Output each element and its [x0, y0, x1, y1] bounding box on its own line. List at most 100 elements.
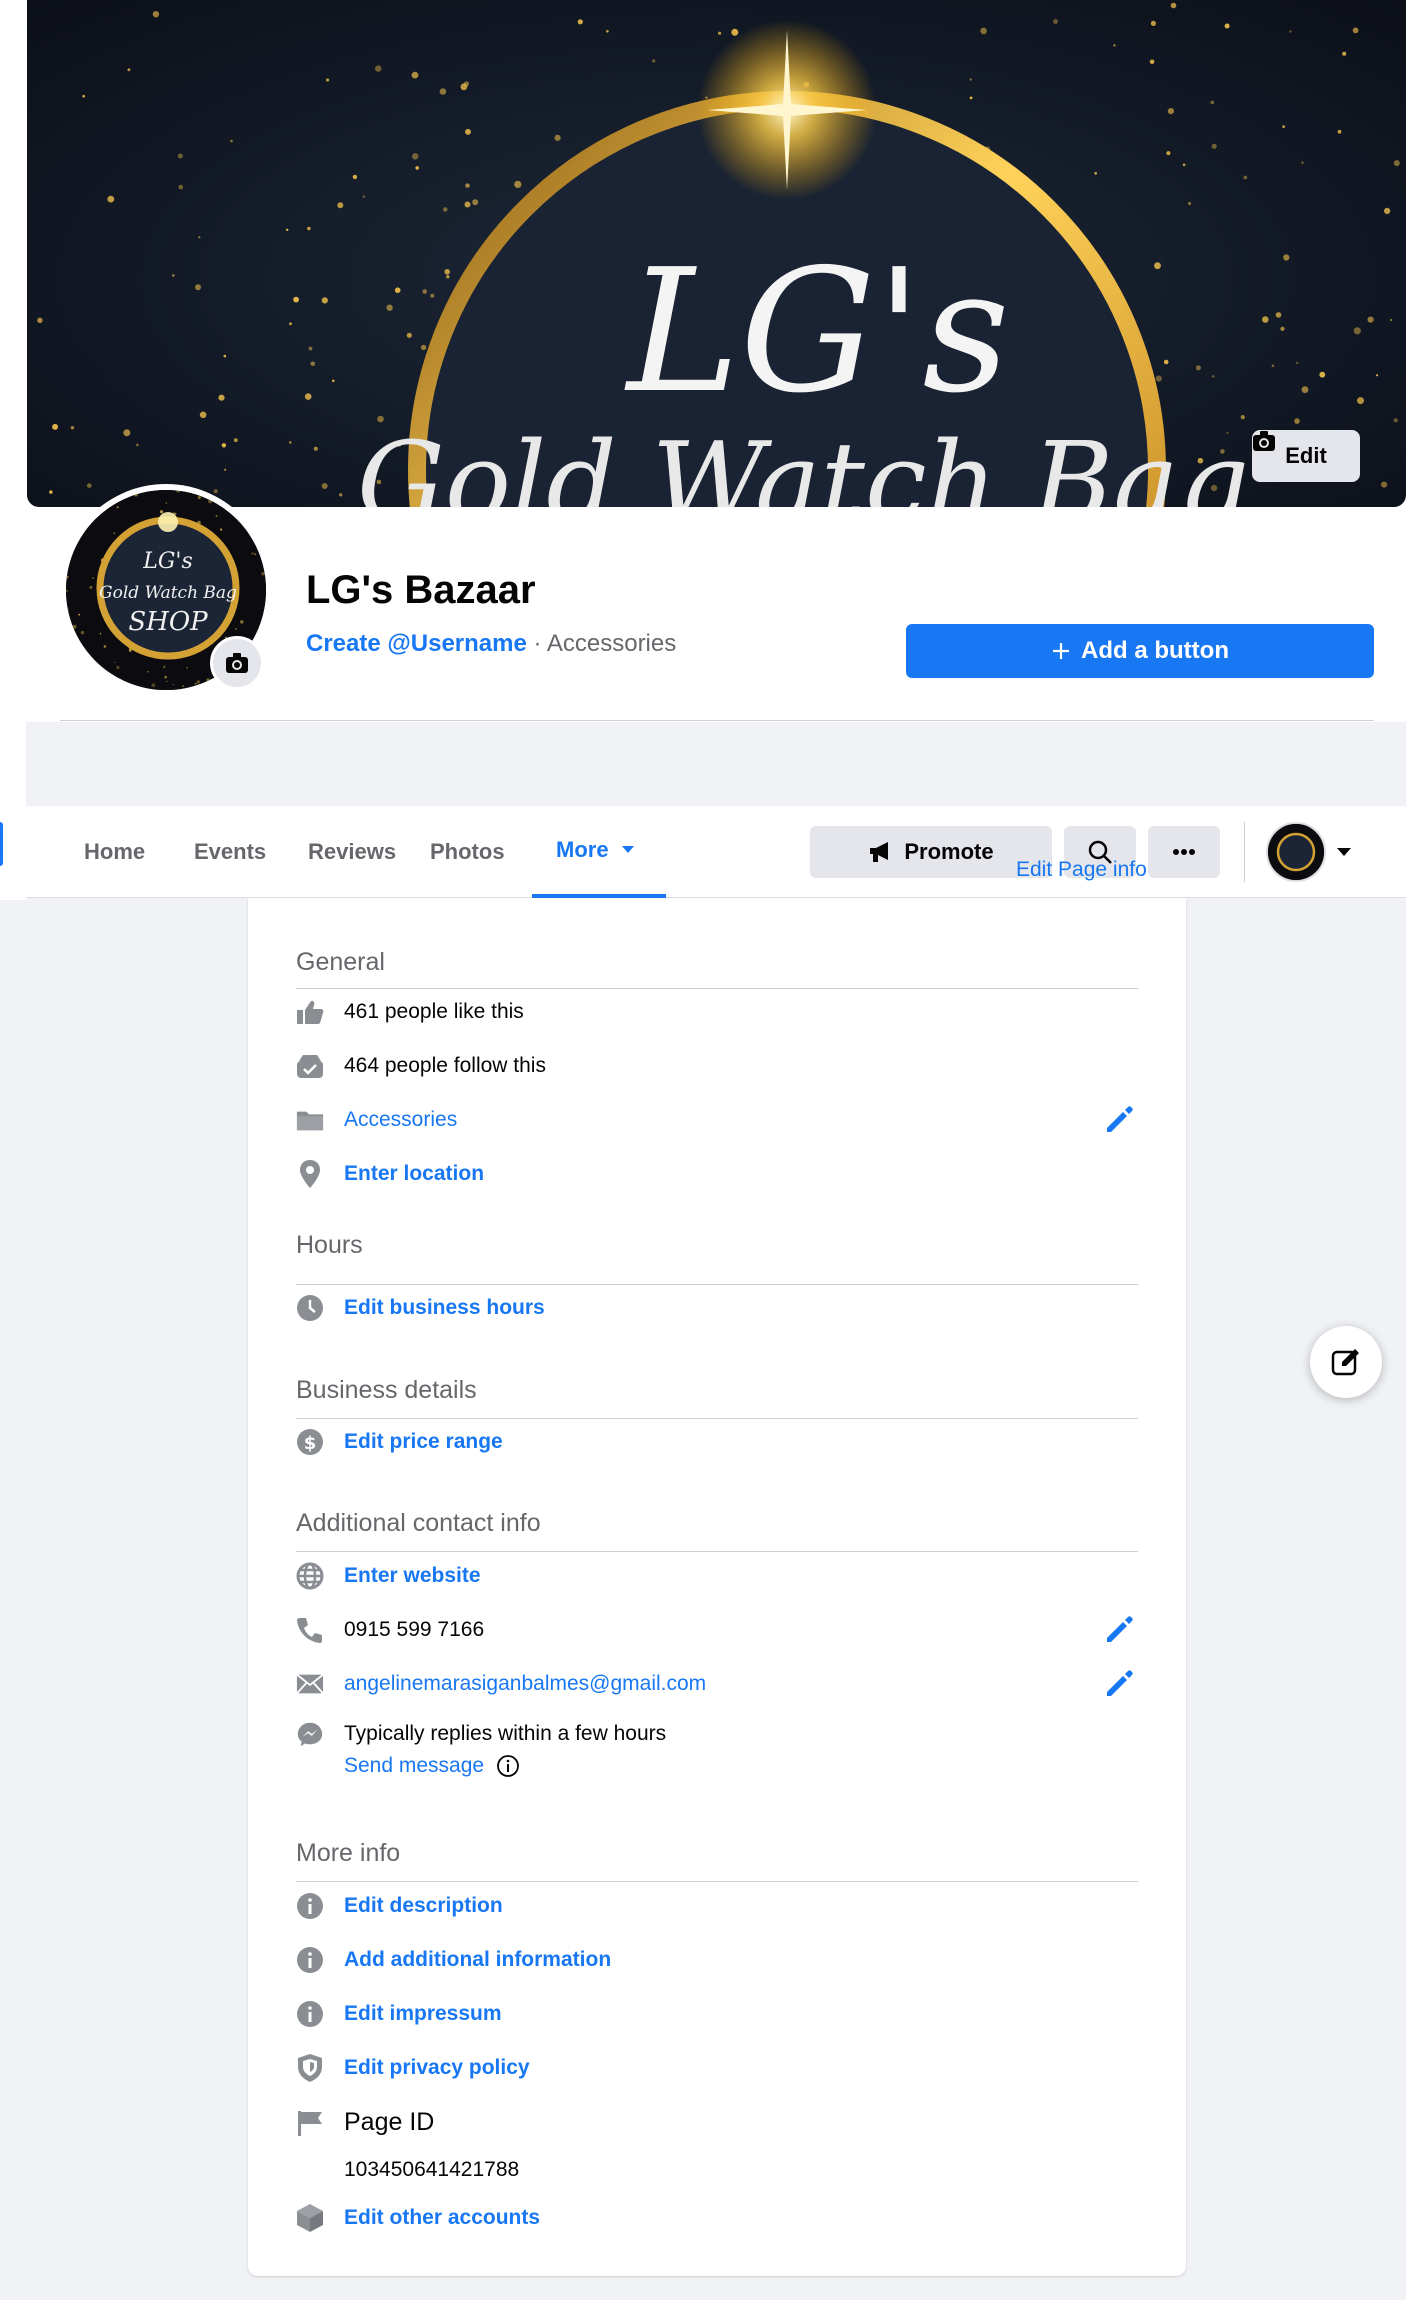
more-options-button[interactable]	[1148, 826, 1220, 878]
send-message-link[interactable]: Send message	[344, 1754, 484, 1778]
sparkle-dot	[37, 317, 43, 323]
compose-message-button[interactable]	[1310, 1326, 1382, 1398]
email-link[interactable]: angelinemarasiganbalmes@gmail.com	[344, 1672, 706, 1696]
enter-website-link[interactable]: Enter website	[344, 1564, 481, 1588]
sparkle-dot	[980, 27, 987, 35]
phone-icon	[296, 1616, 324, 1644]
sparkle-dot	[652, 59, 656, 63]
add-a-button[interactable]: Add a button	[906, 624, 1374, 678]
response-time-row: Typically replies within a few hours	[296, 1720, 666, 1748]
tab-home[interactable]: Home	[60, 806, 169, 898]
sparkle-dot	[80, 630, 85, 635]
section-divider	[296, 1881, 1138, 1882]
sparkle-dot	[307, 226, 311, 231]
sparkle-dot	[1301, 161, 1304, 164]
reply-time-text: Typically replies within a few hours	[344, 1722, 667, 1745]
sparkle-dot	[218, 394, 225, 401]
sparkle-dot	[1294, 418, 1300, 424]
sparkle-dot	[321, 297, 328, 304]
tab-more-label: More	[556, 837, 609, 862]
sparkle-dot	[969, 78, 972, 81]
sparkle-dot	[1283, 254, 1290, 261]
sparkle-dot	[152, 11, 160, 18]
sparkle-dot	[223, 354, 227, 358]
megaphone-icon	[870, 842, 889, 862]
avatar-line-1: LG's	[142, 549, 193, 574]
sparkle-dot	[220, 528, 223, 531]
likes-count: 461 people like this	[344, 1000, 524, 1023]
shield-icon	[296, 2054, 324, 2082]
about-card: General 461 people like this 464 people …	[248, 898, 1186, 2276]
tab-reviews[interactable]: Reviews	[284, 806, 420, 898]
sparkle-dot	[199, 411, 207, 419]
update-profile-picture-button[interactable]	[210, 636, 264, 690]
sparkle-dot	[1150, 20, 1156, 26]
other-accounts-row: Edit other accounts	[296, 2204, 540, 2232]
sparkle-dot	[1393, 418, 1398, 423]
sparkle-dot	[1262, 316, 1269, 323]
sparkle-dot	[412, 153, 419, 160]
sparkle-dot	[731, 28, 739, 36]
page-subline: Create @Username · Accessories	[306, 630, 676, 658]
add-button-label: Add a button	[1081, 637, 1229, 664]
edit-price-range-link[interactable]: Edit price range	[344, 1430, 503, 1454]
category-link[interactable]: Accessories	[344, 1108, 457, 1132]
sparkle-dot	[1342, 51, 1347, 56]
enter-location-link[interactable]: Enter location	[344, 1162, 484, 1186]
sparkle-dot	[66, 608, 69, 612]
edit-business-hours-link[interactable]: Edit business hours	[344, 1296, 545, 1320]
edit-cover-button[interactable]: Edit	[1252, 430, 1360, 482]
caret-down-icon[interactable]	[1336, 846, 1352, 858]
edit-description-link[interactable]: Edit description	[344, 1894, 503, 1918]
section-title-hours: Hours	[296, 1231, 363, 1259]
cover-photo: LG's Gold Watch Bag Edit	[27, 0, 1406, 507]
sparkle-dot	[1381, 481, 1388, 488]
page-id-value: 103450641421788	[344, 2158, 520, 2181]
sparkle-dot	[1154, 262, 1161, 270]
page-category[interactable]: Accessories	[547, 630, 676, 657]
sparkle-dot	[464, 201, 471, 208]
edit-other-accounts-link[interactable]: Edit other accounts	[344, 2206, 540, 2230]
edit-email-pencil-icon[interactable]	[1104, 1668, 1134, 1698]
sparkle-dot	[443, 207, 448, 212]
sparkle-dot	[116, 665, 120, 670]
sparkle-dot	[198, 236, 201, 239]
add-additional-info-link[interactable]: Add additional information	[344, 1948, 611, 1972]
create-username-link[interactable]: Create @Username	[306, 630, 527, 657]
sparkle-dot	[208, 499, 213, 504]
sparkle-dot	[1352, 27, 1359, 34]
sparkle-dot	[472, 199, 479, 206]
edit-phone-pencil-icon[interactable]	[1104, 1614, 1134, 1644]
sparkle-dot	[444, 269, 451, 275]
sparkle-dot	[194, 689, 196, 690]
sparkle-dot	[1163, 359, 1169, 365]
clock-icon	[296, 1294, 324, 1322]
sparkle-dot	[1243, 175, 1248, 180]
edit-impressum-link[interactable]: Edit impressum	[344, 2002, 502, 2026]
edit-cover-label: Edit	[1285, 443, 1327, 468]
sparkle-dot	[1357, 397, 1364, 405]
edit-privacy-policy-link[interactable]: Edit privacy policy	[344, 2056, 530, 2080]
sparkle-dot	[463, 81, 470, 87]
cover-script-subtext: Gold Watch Bag	[357, 418, 1249, 507]
edit-page-info-link[interactable]: Edit Page info	[1016, 858, 1147, 882]
tab-photos[interactable]: Photos	[406, 806, 529, 898]
sparkle-dot	[1187, 201, 1192, 206]
messenger-icon	[296, 1720, 324, 1748]
sparkle-dot	[1390, 318, 1393, 322]
cube-icon	[296, 2204, 324, 2232]
section-title-contact: Additional contact info	[296, 1509, 541, 1537]
acting-as-avatar[interactable]	[1266, 822, 1326, 882]
tab-events[interactable]: Events	[170, 806, 290, 898]
sparkle-dot	[1367, 316, 1374, 323]
sparkle-dot	[49, 490, 53, 494]
edit-category-pencil-icon[interactable]	[1104, 1104, 1134, 1134]
section-title-more: More info	[296, 1839, 401, 1867]
info-circle-icon[interactable]	[496, 1754, 520, 1778]
sparkle-dot	[151, 683, 156, 688]
caret-down-icon	[621, 846, 634, 853]
sparkle-dot	[577, 19, 583, 25]
sparkle-dot	[197, 495, 201, 500]
section-divider	[296, 1551, 1138, 1552]
tab-more[interactable]: More	[532, 806, 666, 898]
